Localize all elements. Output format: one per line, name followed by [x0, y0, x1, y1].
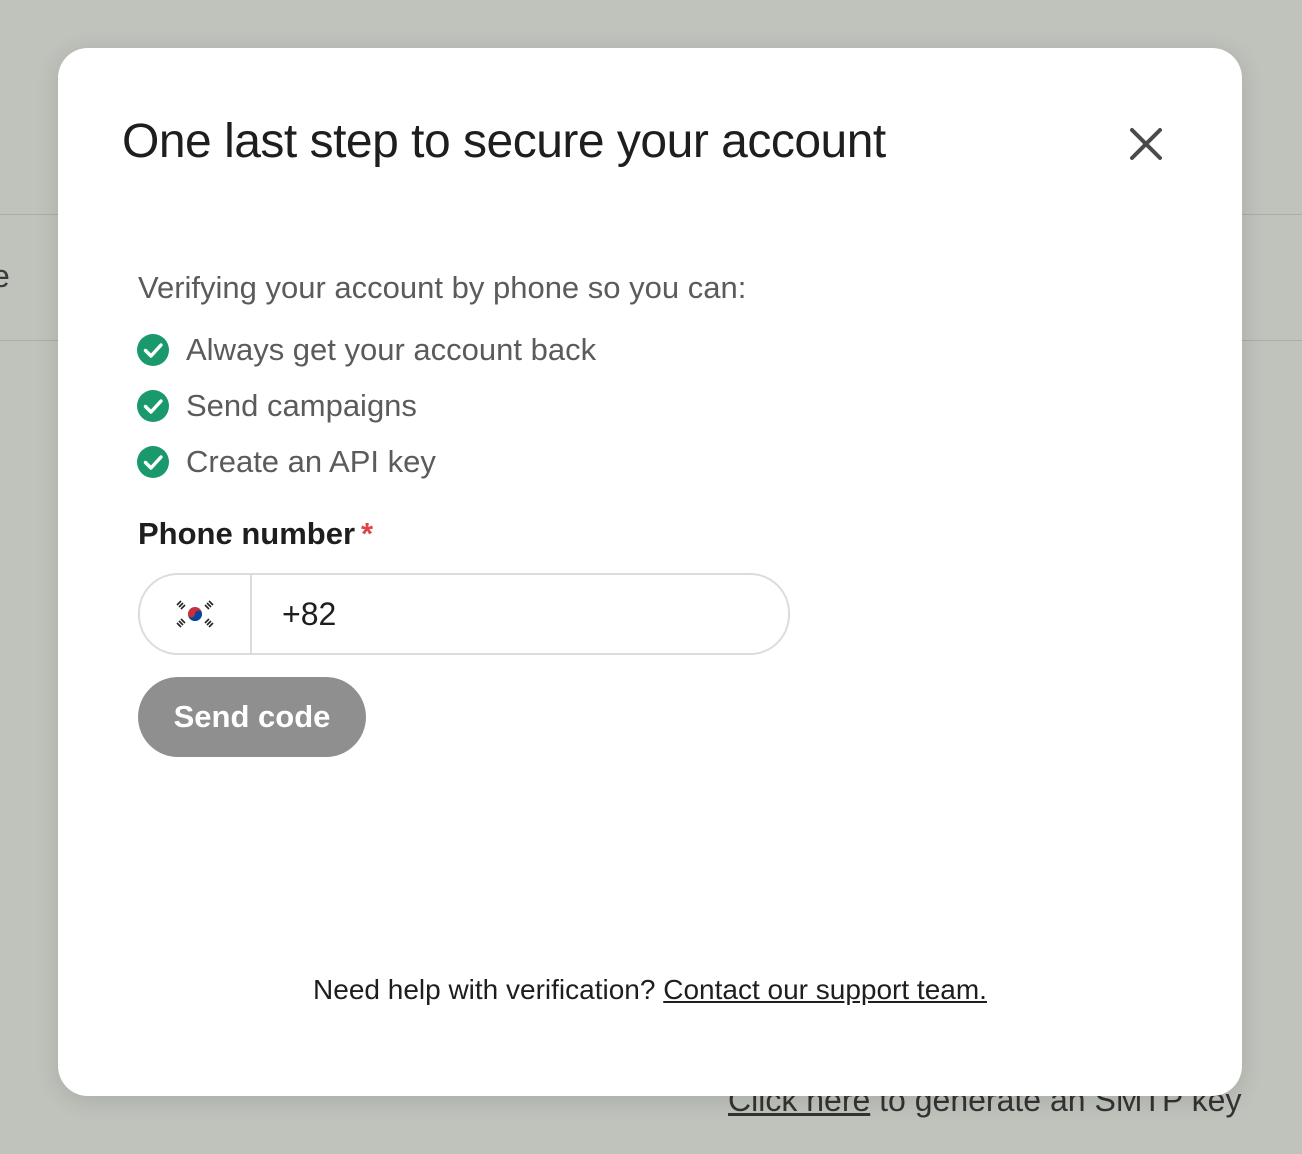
background-partial-text: e	[0, 258, 10, 294]
phone-number-label: Phone number *	[138, 516, 373, 552]
check-circle-icon	[137, 446, 169, 478]
check-circle-icon	[137, 390, 169, 422]
close-button[interactable]	[1122, 120, 1170, 168]
south-korea-flag-icon	[171, 598, 219, 630]
benefit-label: Always get your account back	[186, 332, 597, 367]
check-circle-icon	[137, 334, 169, 366]
contact-support-link[interactable]: Contact our support team.	[663, 974, 987, 1005]
benefit-label: Send campaigns	[186, 388, 417, 423]
benefit-item: Create an API key	[136, 434, 596, 490]
phone-number-field	[138, 573, 790, 655]
help-text: Need help with verification? Contact our…	[58, 974, 1242, 1006]
required-mark: *	[361, 516, 374, 551]
country-code-select[interactable]	[140, 575, 252, 653]
benefit-label: Create an API key	[186, 444, 436, 479]
verification-intro: Verifying your account by phone so you c…	[138, 270, 747, 305]
benefit-item: Send campaigns	[136, 378, 596, 434]
help-prompt: Need help with verification?	[313, 974, 664, 1005]
close-icon	[1130, 128, 1162, 160]
phone-number-input[interactable]	[252, 578, 774, 650]
benefit-item: Always get your account back	[136, 322, 596, 378]
send-code-button[interactable]: Send code	[138, 677, 366, 757]
modal-title: One last step to secure your account	[122, 115, 886, 168]
phone-label-text: Phone number	[138, 516, 356, 551]
benefits-list: Always get your account back Send campai…	[136, 322, 596, 490]
verification-modal: One last step to secure your account Ver…	[58, 48, 1242, 1096]
